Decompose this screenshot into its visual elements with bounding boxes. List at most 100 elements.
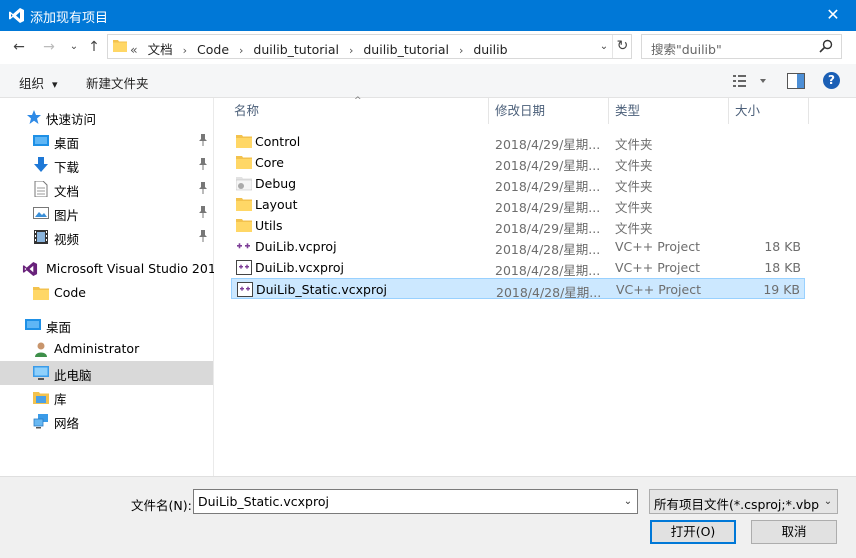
refresh-button[interactable]: ↻ — [612, 35, 632, 58]
filename-field[interactable]: DuiLib_Static.vcxproj ⌄ — [193, 489, 638, 514]
filename-input[interactable]: DuiLib_Static.vcxproj — [198, 494, 329, 509]
chevron-down-icon[interactable]: ⌄ — [819, 490, 837, 513]
videos-icon — [34, 230, 48, 244]
address-bar[interactable]: « 文档 › Code › duilib_tutorial › duilib_t… — [107, 34, 632, 59]
search-input[interactable]: 搜索"duilib" — [651, 39, 722, 58]
recent-locations-button[interactable]: ⌄ — [64, 37, 84, 57]
folder-icon — [33, 287, 49, 300]
navigation-bar: ← → ⌄ ↑ « 文档 › Code › duilib_tutorial › … — [0, 31, 856, 64]
file-row-control[interactable]: Control 2018/4/29/星期... 文件夹 — [231, 131, 805, 152]
column-divider[interactable] — [808, 98, 809, 124]
column-header-size[interactable]: 大小 — [729, 98, 808, 124]
file-list: ^ 名称 修改日期 类型 大小 Control 2018/4/29/星期... … — [214, 96, 856, 476]
nav-item-downloads[interactable]: 下载 — [0, 153, 213, 177]
breadcrumb-overflow[interactable]: « — [130, 42, 138, 57]
file-row-duilib-static-vcxproj[interactable]: DuiLib_Static.vcxproj 2018/4/28/星期... VC… — [231, 278, 805, 300]
file-type-filter-value: 所有项目文件(*.csproj;*.vbproj — [654, 497, 836, 512]
nav-item-label: 桌面 — [46, 320, 72, 335]
close-button[interactable]: ✕ — [810, 0, 856, 31]
nav-item-documents[interactable]: 文档 — [0, 177, 213, 201]
vcproj-icon — [237, 243, 250, 249]
nav-item-network[interactable]: 网络 — [0, 409, 213, 433]
nav-item-pictures[interactable]: 图片 — [0, 201, 213, 225]
filename-label: 文件名(N): — [131, 498, 192, 513]
file-name: Layout — [255, 197, 298, 212]
command-bar: 组织 ▾ 新建文件夹 ? — [0, 64, 856, 98]
nav-item-this-pc[interactable]: 此电脑 — [0, 361, 213, 385]
breadcrumb-separator[interactable]: › — [239, 44, 243, 57]
column-header-name[interactable]: 名称 — [228, 98, 488, 124]
file-type: 文件夹 — [615, 158, 653, 173]
file-row-utils[interactable]: Utils 2018/4/29/星期... 文件夹 — [231, 215, 805, 236]
nav-item-videos[interactable]: 视频 — [0, 225, 213, 249]
organize-label: 组织 — [19, 76, 45, 91]
chevron-down-icon[interactable]: ⌄ — [619, 490, 637, 513]
search-box[interactable]: 搜索"duilib" — [641, 34, 842, 59]
file-type-filter[interactable]: 所有项目文件(*.csproj;*.vbproj ⌄ — [649, 489, 838, 514]
new-folder-button[interactable]: 新建文件夹 — [86, 73, 149, 92]
file-date: 2018/4/28/星期... — [496, 285, 602, 300]
breadcrumb-separator[interactable]: › — [183, 44, 187, 57]
breadcrumb-duilib-tutorial-2[interactable]: duilib_tutorial — [363, 42, 449, 57]
breadcrumb-separator[interactable]: › — [349, 44, 353, 57]
file-type: 文件夹 — [615, 179, 653, 194]
file-row-layout[interactable]: Layout 2018/4/29/星期... 文件夹 — [231, 194, 805, 215]
file-size: 18 KB — [764, 239, 801, 254]
pin-icon[interactable] — [198, 206, 208, 218]
cancel-button[interactable]: 取消 — [751, 520, 837, 544]
nav-item-quick-access[interactable]: 快速访问 — [0, 105, 213, 129]
pin-icon[interactable] — [198, 182, 208, 194]
file-size: 19 KB — [763, 282, 800, 297]
nav-item-label: 此电脑 — [54, 368, 92, 383]
up-button[interactable]: ↑ — [84, 37, 104, 57]
file-type: 文件夹 — [615, 200, 653, 215]
pin-icon[interactable] — [198, 158, 208, 170]
user-icon — [35, 342, 47, 357]
dialog-footer: 文件名(N): DuiLib_Static.vcxproj ⌄ 所有项目文件(*… — [0, 476, 856, 558]
breadcrumb-documents[interactable]: 文档 — [148, 42, 173, 57]
open-button[interactable]: 打开(O) — [650, 520, 736, 544]
file-date: 2018/4/29/星期... — [495, 158, 601, 173]
file-row-duilib-vcproj[interactable]: DuiLib.vcproj 2018/4/28/星期... VC++ Proje… — [231, 236, 805, 257]
document-icon — [34, 181, 48, 197]
breadcrumb-separator[interactable]: › — [459, 44, 463, 57]
file-name: DuiLib.vcxproj — [255, 260, 344, 275]
folder-icon — [236, 135, 252, 148]
address-history-dropdown[interactable]: ⌄ — [596, 35, 612, 58]
file-name: DuiLib_Static.vcxproj — [256, 282, 387, 297]
column-header-date[interactable]: 修改日期 — [489, 98, 608, 124]
nav-item-libraries[interactable]: 库 — [0, 385, 213, 409]
file-row-core[interactable]: Core 2018/4/29/星期... 文件夹 — [231, 152, 805, 173]
view-options-icon[interactable] — [733, 73, 773, 89]
file-date: 2018/4/29/星期... — [495, 221, 601, 236]
network-icon — [33, 414, 48, 429]
file-date: 2018/4/28/星期... — [495, 263, 601, 278]
help-icon[interactable]: ? — [823, 72, 840, 89]
breadcrumb: « 文档 › Code › duilib_tutorial › duilib_t… — [130, 39, 514, 58]
breadcrumb-code[interactable]: Code — [197, 42, 229, 57]
nav-item-code[interactable]: Code — [0, 281, 213, 305]
organize-button[interactable]: 组织 ▾ — [19, 73, 58, 92]
nav-item-administrator[interactable]: Administrator — [0, 337, 213, 361]
library-icon — [33, 392, 49, 404]
pin-icon[interactable] — [198, 230, 208, 242]
nav-item-label: 下载 — [54, 160, 80, 175]
title-bar: 添加现有项目 ✕ — [0, 0, 856, 31]
preview-pane-icon[interactable] — [787, 73, 805, 89]
pin-icon[interactable] — [198, 134, 208, 146]
nav-item-desktop-pinned[interactable]: 桌面 — [0, 129, 213, 153]
search-icon[interactable] — [819, 39, 833, 53]
column-header-type[interactable]: 类型 — [609, 98, 728, 124]
desktop-icon — [33, 135, 49, 146]
back-button[interactable]: ← — [9, 37, 29, 57]
forward-button[interactable]: → — [39, 37, 59, 57]
desktop-icon — [25, 319, 41, 330]
breadcrumb-duilib-tutorial[interactable]: duilib_tutorial — [253, 42, 339, 57]
file-row-debug[interactable]: Debug 2018/4/29/星期... 文件夹 — [231, 173, 805, 194]
nav-item-desktop[interactable]: 桌面 — [0, 313, 213, 337]
vcxproj-icon — [236, 260, 252, 275]
file-row-duilib-vcxproj[interactable]: DuiLib.vcxproj 2018/4/28/星期... VC++ Proj… — [231, 257, 805, 278]
nav-item-visual-studio-2017[interactable]: Microsoft Visual Studio 2017 — [0, 257, 224, 281]
breadcrumb-duilib[interactable]: duilib — [473, 42, 507, 57]
file-name: Core — [255, 155, 284, 170]
